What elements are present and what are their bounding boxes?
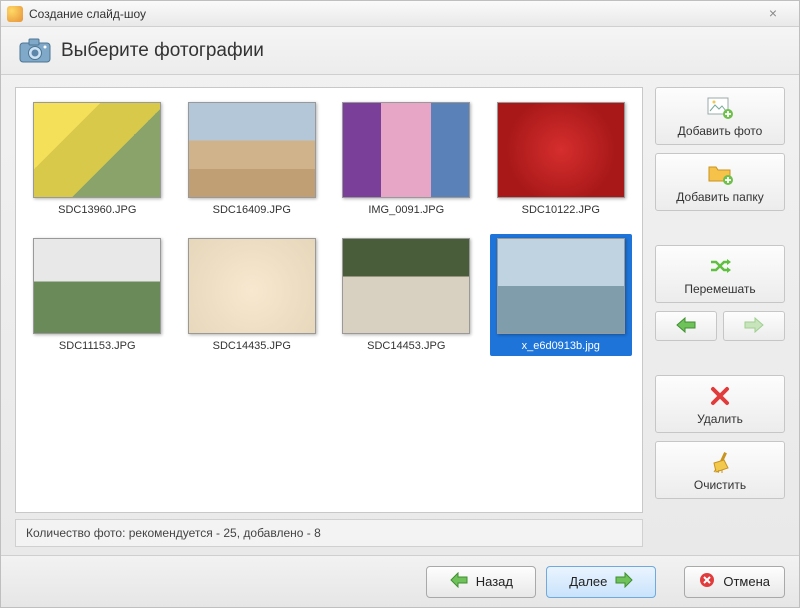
window-title: Создание слайд-шоу [29, 7, 747, 21]
clear-button[interactable]: Очистить [655, 441, 785, 499]
folder-add-icon [707, 162, 733, 186]
titlebar: Создание слайд-шоу × [1, 1, 799, 27]
add-folder-button[interactable]: Добавить папку [655, 153, 785, 211]
back-button[interactable]: Назад [426, 566, 536, 598]
button-label: Отмена [723, 574, 770, 589]
thumbnail-image [497, 238, 625, 334]
photo-thumbnail[interactable]: IMG_0091.JPG [335, 98, 478, 220]
shuffle-button[interactable]: Перемешать [655, 245, 785, 303]
thumbnail-label: SDC14435.JPG [213, 340, 291, 352]
photo-thumbnail[interactable]: SDC14435.JPG [181, 234, 324, 356]
thumbnail-image [342, 102, 470, 198]
button-label: Добавить фото [678, 124, 763, 138]
move-left-button[interactable] [655, 311, 717, 341]
thumbnail-image [497, 102, 625, 198]
photo-thumbnail[interactable]: SDC10122.JPG [490, 98, 633, 220]
arrow-left-icon [450, 572, 468, 591]
next-button[interactable]: Далее [546, 566, 656, 598]
photo-thumbnail[interactable]: SDC14453.JPG [335, 234, 478, 356]
button-label: Добавить папку [676, 190, 763, 204]
button-label: Назад [476, 574, 513, 589]
move-arrows [655, 311, 785, 341]
cancel-button[interactable]: Отмена [684, 566, 785, 598]
button-label: Далее [569, 574, 607, 589]
move-right-button[interactable] [723, 311, 785, 341]
thumbnail-label: SDC14453.JPG [367, 340, 445, 352]
delete-button[interactable]: Удалить [655, 375, 785, 433]
photo-grid: SDC13960.JPG SDC16409.JPG IMG_0091.JPG SDC1… [15, 87, 643, 513]
photo-thumbnail[interactable]: SDC13960.JPG [26, 98, 169, 220]
page-header: Выберите фотографии [1, 27, 799, 75]
photo-thumbnail[interactable]: x_e6d0913b.jpg [490, 234, 633, 356]
status-bar: Количество фото: рекомендуется - 25, доб… [15, 519, 643, 547]
add-photo-button[interactable]: Добавить фото [655, 87, 785, 145]
dialog-window: Создание слайд-шоу × Выберите фотографии… [0, 0, 800, 608]
footer: Назад Далее Отмена [1, 555, 799, 607]
close-icon[interactable]: × [753, 6, 793, 22]
thumbnail-label: SDC13960.JPG [58, 204, 136, 216]
thumbnail-label: SDC16409.JPG [213, 204, 291, 216]
photo-thumbnail[interactable]: SDC16409.JPG [181, 98, 324, 220]
arrow-left-icon [675, 316, 697, 337]
arrow-right-icon [743, 316, 765, 337]
button-label: Удалить [697, 412, 743, 426]
shuffle-icon [707, 254, 733, 278]
cancel-icon [699, 572, 715, 591]
thumbnail-label: x_e6d0913b.jpg [522, 340, 600, 352]
thumbnail-image [188, 238, 316, 334]
broom-icon [707, 450, 733, 474]
photo-add-icon [707, 96, 733, 120]
thumbnail-image [188, 102, 316, 198]
thumbnail-label: SDC11153.JPG [59, 340, 136, 352]
left-column: SDC13960.JPG SDC16409.JPG IMG_0091.JPG SDC1… [15, 87, 643, 547]
thumbnail-label: IMG_0091.JPG [368, 204, 444, 216]
page-title: Выберите фотографии [61, 40, 264, 62]
thumbnail-image [33, 238, 161, 334]
camera-icon [19, 38, 51, 64]
thumbnail-label: SDC10122.JPG [522, 204, 600, 216]
content-area: SDC13960.JPG SDC16409.JPG IMG_0091.JPG SDC1… [1, 75, 799, 555]
thumbnail-image [33, 102, 161, 198]
sidebar: Добавить фото Добавить папку Перемешать [655, 87, 785, 547]
button-label: Перемешать [684, 282, 755, 296]
photo-thumbnail[interactable]: SDC11153.JPG [26, 234, 169, 356]
thumbnail-image [342, 238, 470, 334]
delete-icon [707, 384, 733, 408]
arrow-right-icon [615, 572, 633, 591]
app-icon [7, 6, 23, 22]
button-label: Очистить [694, 478, 746, 492]
